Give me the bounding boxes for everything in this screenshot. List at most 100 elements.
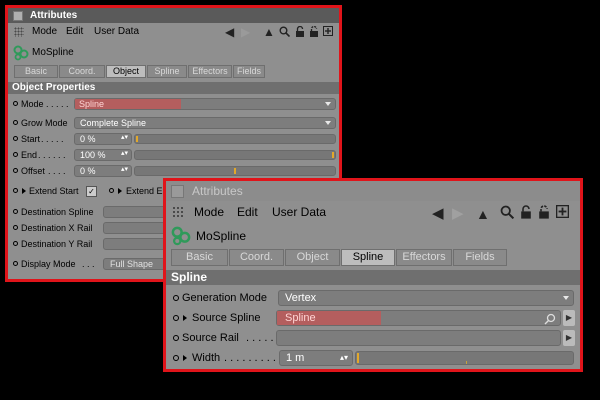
object-name: MoSpline [196,229,247,243]
tab-coord[interactable]: Coord. [59,65,105,78]
tab-spline[interactable]: Spline [341,249,395,266]
start-input[interactable]: 0 % ▴▾ [74,133,132,145]
search-icon[interactable] [500,205,514,219]
offset-slider[interactable] [134,166,336,176]
animation-dot-icon[interactable] [13,225,18,230]
animation-dot-icon[interactable] [173,315,179,321]
grip-icon[interactable] [14,27,24,37]
up-arrow-icon[interactable]: ▲ [263,24,275,41]
width-slider[interactable] [355,351,574,365]
pick-target-icon[interactable] [544,313,556,325]
new-panel-icon[interactable] [323,26,333,36]
menu-mode[interactable]: Mode [32,23,57,40]
menu-edit[interactable]: Edit [66,23,83,40]
width-row: Width . . . . . . . . . . . . 1 m ▴▾ [166,349,580,367]
forward-arrow-icon[interactable]: ▶ [241,24,250,41]
tab-effectors[interactable]: Effectors [396,249,452,266]
tab-basic[interactable]: Basic [171,249,228,266]
animation-dot-icon[interactable] [13,152,18,157]
tab-object[interactable]: Object [106,65,146,78]
source-rail-link-field[interactable] [276,330,561,346]
attributes-panel-front: Attributes Mode Edit User Data ◀ ▶ ▲ MoS… [163,178,583,372]
spinner-icon[interactable]: ▴▾ [121,165,128,175]
tab-coord[interactable]: Coord. [229,249,284,266]
menu-bar: Mode Edit User Data ◀ ▶ ▲ [8,23,339,40]
extend-end-label: Extend En [126,186,168,196]
tab-fields[interactable]: Fields [233,65,265,78]
source-spline-link-field[interactable]: Spline [276,310,561,326]
expand-arrow-icon[interactable] [22,188,26,194]
menu-bar: Mode Edit User Data ◀ ▶ ▲ [166,201,580,223]
object-header: MoSpline [8,44,339,62]
link-icon[interactable] [538,205,550,219]
tab-object[interactable]: Object [285,249,340,266]
slider-knob[interactable] [234,168,236,174]
end-input[interactable]: 100 % ▴▾ [74,149,132,161]
new-panel-icon[interactable] [556,205,569,218]
forward-arrow-icon[interactable]: ▶ [452,203,464,225]
generation-mode-row: Generation Mode Vertex [166,289,580,307]
menu-user-data[interactable]: User Data [272,201,326,223]
source-spline-value: Spline [277,311,381,325]
chevron-down-icon [325,121,331,125]
back-arrow-icon[interactable]: ◀ [225,24,234,41]
animation-dot-icon[interactable] [13,120,18,125]
tab-spline[interactable]: Spline [147,65,187,78]
source-spline-label: Source Spline [192,312,261,324]
grow-mode-label: Grow Mode [21,118,68,128]
generation-mode-dropdown[interactable]: Vertex [278,290,574,306]
up-arrow-icon[interactable]: ▲ [476,203,490,225]
object-name: MoSpline [32,47,74,58]
expand-arrow-icon[interactable] [183,315,187,321]
menu-mode[interactable]: Mode [194,201,224,223]
panel-title-bar[interactable]: Attributes [166,181,580,201]
animation-dot-icon[interactable] [173,335,179,341]
slider-knob[interactable] [332,152,334,158]
expand-arrow-icon[interactable] [183,355,187,361]
mode-dropdown[interactable]: Spline [74,98,336,110]
animation-dot-icon[interactable] [13,209,18,214]
slider-knob[interactable] [357,353,359,363]
slider-knob[interactable] [136,136,138,142]
tab-basic[interactable]: Basic [14,65,58,78]
spinner-icon[interactable]: ▴▾ [121,133,128,143]
extend-start-checkbox[interactable]: ✓ [86,186,97,197]
search-icon[interactable] [279,26,290,37]
spinner-icon[interactable]: ▴▾ [340,351,348,365]
animation-dot-icon[interactable] [13,168,18,173]
display-mode-label: Display Mode [21,259,76,269]
link-expand-button[interactable]: ▶ [563,310,575,326]
menu-edit[interactable]: Edit [237,201,258,223]
menu-user-data[interactable]: User Data [94,23,139,40]
grow-mode-dropdown[interactable]: Complete Spline [74,117,336,129]
animation-dot-icon[interactable] [13,101,18,106]
animation-dot-icon[interactable] [13,136,18,141]
animation-dot-icon[interactable] [13,188,18,193]
source-spline-row: Source Spline Spline ▶ [166,309,580,327]
lock-icon[interactable] [295,26,305,37]
back-arrow-icon[interactable]: ◀ [432,203,444,225]
start-slider[interactable] [134,134,336,144]
panel-menu-icon[interactable] [171,185,184,198]
animation-dot-icon[interactable] [13,261,18,266]
destination-x-rail-label: Destination X Rail [21,223,93,233]
link-expand-button[interactable]: ▶ [563,330,575,346]
start-label: Start [21,134,41,144]
tab-fields[interactable]: Fields [453,249,507,266]
animation-dot-icon[interactable] [13,241,18,246]
grip-icon[interactable] [172,206,184,218]
lock-icon[interactable] [520,205,532,219]
link-icon[interactable] [309,26,319,37]
animation-dot-icon[interactable] [173,295,179,301]
width-input[interactable]: 1 m ▴▾ [279,350,353,366]
grow-mode-row: Grow Mode Complete Spline [8,116,339,130]
end-slider[interactable] [134,150,336,160]
expand-arrow-icon[interactable] [118,188,122,194]
spinner-icon[interactable]: ▴▾ [121,149,128,159]
panel-menu-icon[interactable] [13,11,23,21]
offset-input[interactable]: 0 % ▴▾ [74,165,132,177]
animation-dot-icon[interactable] [109,188,114,193]
panel-title-bar[interactable]: Attributes [8,8,339,23]
animation-dot-icon[interactable] [173,355,179,361]
tab-effectors[interactable]: Effectors [188,65,232,78]
